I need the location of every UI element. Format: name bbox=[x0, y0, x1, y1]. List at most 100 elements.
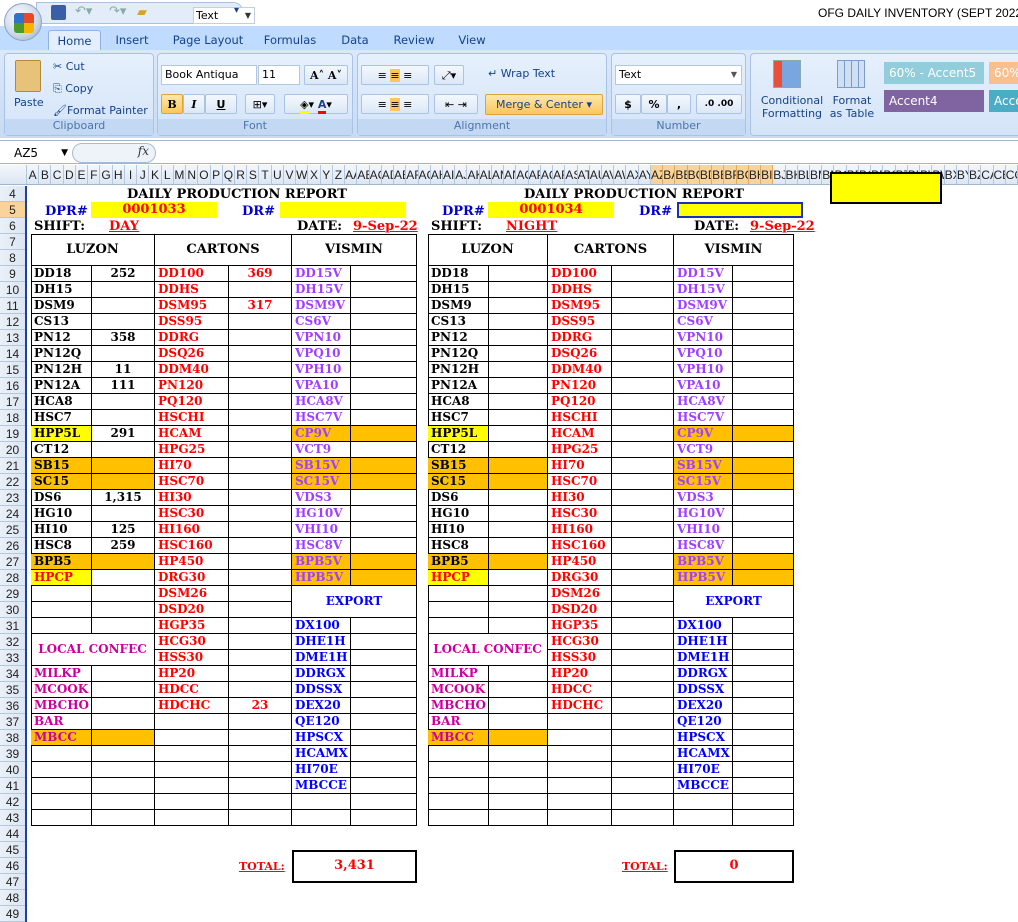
open-folder-icon[interactable]: ▰ bbox=[137, 5, 147, 20]
carton-item-name[interactable]: PN120 bbox=[548, 378, 612, 394]
row-header-19[interactable]: 19 bbox=[0, 426, 25, 442]
vismin-item-name[interactable]: DD15V bbox=[292, 266, 351, 282]
luzon-item-name[interactable]: PN12A bbox=[31, 378, 92, 394]
vismin-item-name[interactable]: SC15V bbox=[292, 474, 351, 490]
column-header-by[interactable]: BY bbox=[957, 165, 970, 184]
row-header-25[interactable]: 25 bbox=[0, 522, 25, 538]
style-accent4[interactable]: Accent4 bbox=[884, 90, 984, 112]
row-header-47[interactable]: 47 bbox=[0, 874, 25, 890]
undo-icon[interactable]: ↶▾ bbox=[75, 4, 92, 19]
luzon-item-name[interactable]: HCA8 bbox=[31, 394, 92, 410]
export-item-name[interactable]: DX100 bbox=[674, 618, 733, 634]
row-header-14[interactable]: 14 bbox=[0, 346, 25, 362]
luzon-item-qty[interactable] bbox=[92, 410, 155, 426]
export-item-name[interactable]: DX100 bbox=[292, 618, 351, 634]
carton-item-qty[interactable] bbox=[612, 570, 674, 586]
row-header-49[interactable]: 49 bbox=[0, 906, 25, 922]
empty-cell[interactable] bbox=[155, 730, 229, 746]
empty-cell[interactable] bbox=[548, 746, 612, 762]
empty-cell[interactable] bbox=[31, 778, 92, 794]
luzon-item-qty[interactable]: 11 bbox=[92, 362, 155, 378]
vismin-item-name[interactable]: VPH10 bbox=[674, 362, 733, 378]
carton-item-name[interactable]: HSCHI bbox=[548, 410, 612, 426]
empty-cell[interactable] bbox=[428, 778, 489, 794]
percent-button[interactable]: % bbox=[641, 94, 667, 114]
local-confec-item-name[interactable]: MBCC bbox=[428, 730, 489, 746]
column-header-ah[interactable]: AH bbox=[431, 165, 443, 184]
worksheet-grid[interactable]: DAILY PRODUCTION REPORT DPR# 0001033 DR# SHI… bbox=[27, 172, 1018, 922]
tab-view[interactable]: View bbox=[452, 30, 492, 51]
carton-item-qty[interactable] bbox=[612, 330, 674, 346]
luzon-item-name[interactable]: DS6 bbox=[31, 490, 92, 506]
vismin-item-name[interactable]: HSC7V bbox=[674, 410, 733, 426]
luzon-item-qty[interactable] bbox=[92, 314, 155, 330]
carton-item-qty[interactable] bbox=[612, 282, 674, 298]
export-item-qty[interactable] bbox=[351, 698, 417, 714]
luzon-item-qty[interactable] bbox=[92, 474, 155, 490]
export-item-name[interactable]: DHE1H bbox=[292, 634, 351, 650]
empty-cell[interactable] bbox=[155, 810, 229, 826]
export-item-name[interactable]: MBCCE bbox=[674, 778, 733, 794]
number-format-select[interactable]: Text ▼ bbox=[615, 65, 742, 85]
column-header-bl[interactable]: BL bbox=[798, 165, 810, 184]
empty-cell[interactable] bbox=[548, 794, 612, 810]
carton-item-qty[interactable] bbox=[612, 650, 674, 666]
vismin-item-name[interactable]: VDS3 bbox=[674, 490, 733, 506]
column-header-cb[interactable]: CB bbox=[994, 165, 1006, 184]
indent-buttons[interactable]: ⇤ ⇥ bbox=[434, 94, 478, 114]
carton-item-qty[interactable]: 317 bbox=[229, 298, 292, 314]
row-header-12[interactable]: 12 bbox=[0, 314, 25, 330]
column-header-o[interactable]: O bbox=[198, 165, 211, 184]
empty-cell[interactable] bbox=[489, 794, 548, 810]
format-painter-button[interactable]: 🖌Format Painter bbox=[53, 104, 148, 117]
luzon-item-qty[interactable] bbox=[489, 442, 548, 458]
export-item-qty[interactable] bbox=[733, 730, 794, 746]
style-60-accent5[interactable]: 60% - Accent5 bbox=[884, 62, 984, 84]
row-header-22[interactable]: 22 bbox=[0, 474, 25, 490]
carton-item-qty[interactable] bbox=[229, 570, 292, 586]
carton-item-name[interactable]: PQ120 bbox=[155, 394, 229, 410]
empty-cell[interactable] bbox=[31, 618, 92, 634]
carton-item-qty[interactable] bbox=[229, 602, 292, 618]
vismin-item-name[interactable]: VPH10 bbox=[292, 362, 351, 378]
column-header-ag[interactable]: AG bbox=[419, 165, 431, 184]
empty-cell[interactable] bbox=[548, 778, 612, 794]
carton-item-name[interactable]: HDCC bbox=[155, 682, 229, 698]
empty-cell[interactable] bbox=[489, 618, 548, 634]
carton-item-qty[interactable] bbox=[229, 682, 292, 698]
export-item-qty[interactable] bbox=[733, 762, 794, 778]
empty-cell[interactable] bbox=[612, 746, 674, 762]
luzon-item-qty[interactable] bbox=[489, 282, 548, 298]
export-item-qty[interactable] bbox=[733, 634, 794, 650]
export-item-name[interactable]: QE120 bbox=[292, 714, 351, 730]
luzon-item-name[interactable]: PN12 bbox=[31, 330, 92, 346]
carton-item-qty[interactable] bbox=[229, 458, 292, 474]
luzon-item-name[interactable]: HSC8 bbox=[31, 538, 92, 554]
vismin-item-name[interactable]: VPQ10 bbox=[674, 346, 733, 362]
column-header-bk[interactable]: BK bbox=[786, 165, 798, 184]
carton-item-qty[interactable] bbox=[229, 666, 292, 682]
empty-cell[interactable] bbox=[489, 746, 548, 762]
row-header-4[interactable]: 4 bbox=[0, 186, 25, 202]
luzon-item-name[interactable]: CS13 bbox=[31, 314, 92, 330]
carton-item-qty[interactable] bbox=[229, 554, 292, 570]
vismin-item-qty[interactable] bbox=[733, 410, 794, 426]
luzon-item-qty[interactable] bbox=[489, 410, 548, 426]
dr-number-field[interactable] bbox=[677, 202, 803, 218]
vismin-item-qty[interactable] bbox=[733, 298, 794, 314]
column-header-af[interactable]: AF bbox=[406, 165, 419, 184]
local-confec-item-qty[interactable] bbox=[489, 666, 548, 682]
vismin-item-name[interactable]: BPB5V bbox=[674, 554, 733, 570]
local-confec-item-qty[interactable] bbox=[92, 682, 155, 698]
column-header-ai[interactable]: AI bbox=[443, 165, 456, 184]
column-header-az[interactable]: AZ bbox=[650, 165, 664, 184]
carton-item-name[interactable]: PN120 bbox=[155, 378, 229, 394]
local-confec-item-name[interactable]: MBCHO bbox=[428, 698, 489, 714]
export-item-name[interactable]: HPSCX bbox=[292, 730, 351, 746]
luzon-item-qty[interactable] bbox=[489, 554, 548, 570]
vismin-item-name[interactable]: BPB5V bbox=[292, 554, 351, 570]
carton-item-name[interactable]: HP20 bbox=[155, 666, 229, 682]
luzon-item-name[interactable]: DD18 bbox=[31, 266, 92, 282]
customize-qat-icon[interactable]: ▾ bbox=[234, 5, 239, 16]
column-header-q[interactable]: Q bbox=[223, 165, 235, 184]
